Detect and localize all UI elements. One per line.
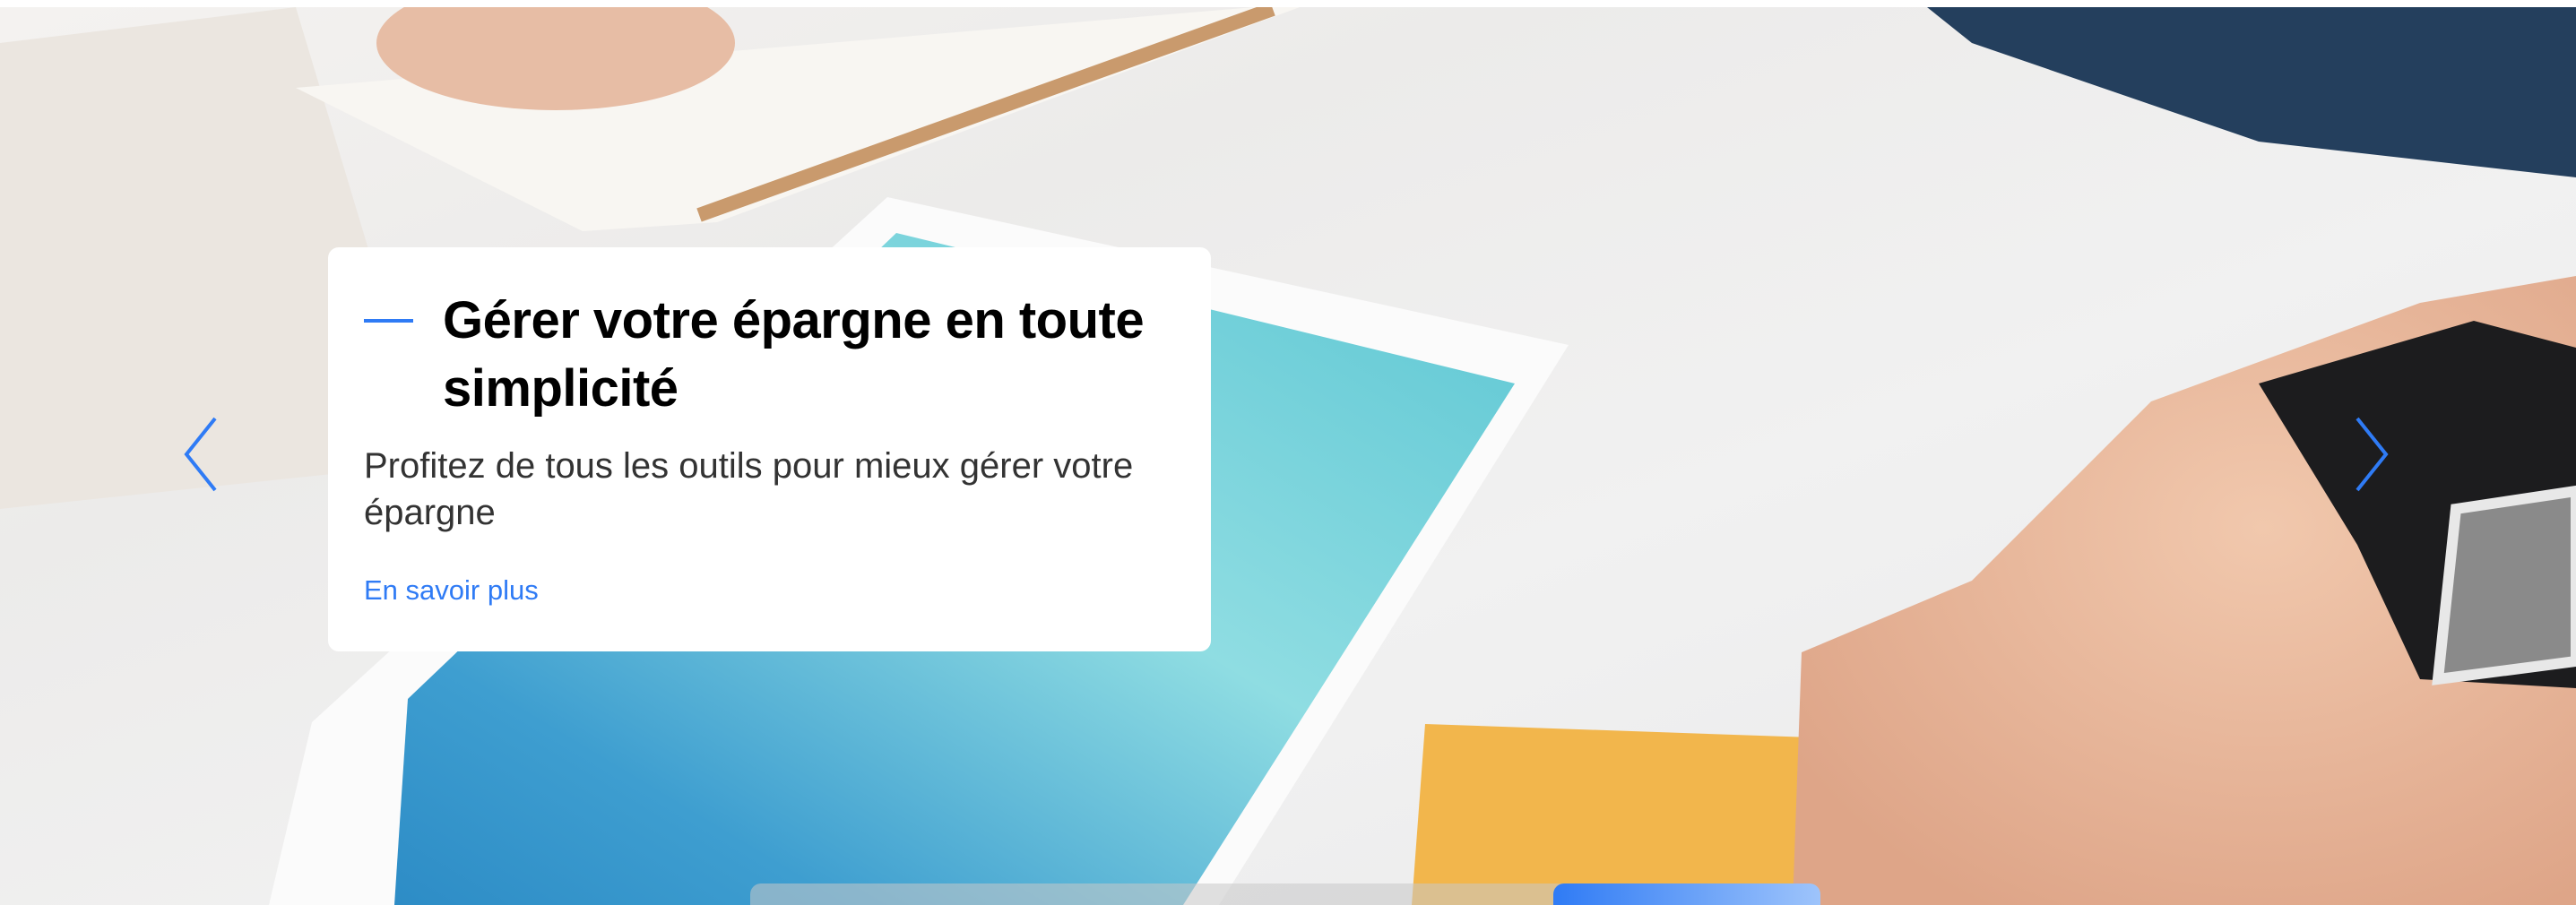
background-photo-watch-face — [2432, 485, 2576, 685]
title-accent-dash — [364, 319, 413, 323]
learn-more-link[interactable]: En savoir plus — [364, 574, 539, 607]
background-photo-sleeve — [1927, 7, 2576, 177]
chevron-left-icon — [184, 417, 217, 492]
page: Gérer votre épargne en toute simplicité … — [0, 0, 2576, 905]
carousel-progress-bar[interactable] — [750, 883, 1820, 905]
next-slide-button[interactable] — [2348, 414, 2393, 495]
slide-subtitle: Profitez de tous les outils pour mieux g… — [364, 446, 1134, 532]
chevron-right-icon — [2356, 417, 2389, 492]
slide-title: Gérer votre épargne en toute simplicité — [443, 291, 1145, 418]
slide-caption-card: Gérer votre épargne en toute simplicité … — [328, 247, 1211, 651]
prev-slide-button[interactable] — [179, 414, 224, 495]
carousel-progress-fill — [1552, 883, 1820, 905]
